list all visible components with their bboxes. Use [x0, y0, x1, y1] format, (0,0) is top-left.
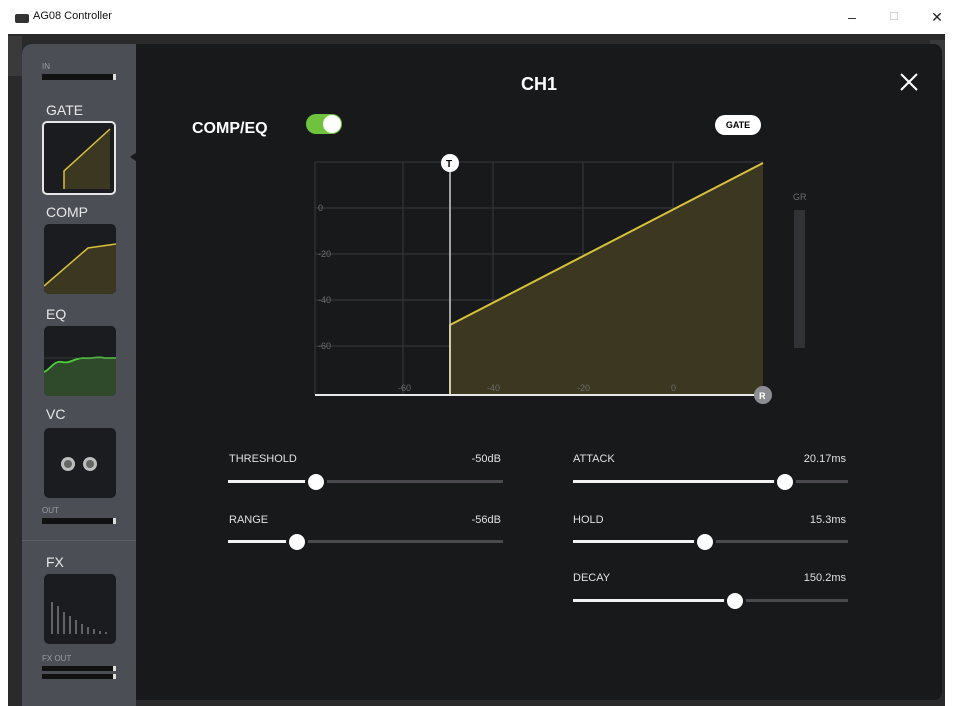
in-meter-label: IN [42, 62, 50, 71]
y-tick-20: -20 [318, 249, 331, 259]
title-bar: AG08 Controller – ☐ ✕ [0, 0, 953, 34]
attack-value: 20.17ms [803, 453, 846, 465]
x-tick-0: 0 [671, 383, 676, 393]
sidebar-item-vc[interactable] [44, 428, 116, 498]
in-meter [42, 74, 116, 80]
sidebar-item-comp[interactable] [44, 224, 116, 294]
fx-out-meter-r [42, 674, 116, 679]
gr-meter [794, 210, 805, 348]
attack-slider-thumb[interactable] [773, 471, 796, 493]
sidebar-item-eq-label: EQ [46, 306, 67, 322]
sidebar-item-fx[interactable] [44, 574, 116, 644]
attack-label: ATTACK [573, 453, 615, 465]
sidebar-item-gate-label: GATE [46, 102, 84, 118]
decay-slider-track[interactable] [573, 599, 848, 602]
app-icon [15, 14, 29, 23]
y-tick-40: -40 [318, 295, 331, 305]
threshold-handle-label: T [446, 159, 452, 170]
sidebar-item-vc-label: VC [46, 406, 66, 422]
close-window-button[interactable]: ✕ [921, 6, 953, 28]
gate-curve-icon [63, 128, 111, 189]
fx-out-meter-label: FX OUT [42, 654, 72, 663]
range-label: RANGE [229, 514, 269, 526]
range-slider-track[interactable] [228, 540, 503, 543]
hold-slider-fill [573, 540, 705, 543]
minimize-button[interactable]: – [836, 6, 868, 28]
gate-curve-fill [450, 163, 763, 395]
hold-label: HOLD [573, 514, 604, 526]
sidebar: IN GATE COMP EQ VC OUT FX FX OUT [22, 44, 140, 706]
divider [22, 540, 136, 541]
eq-curve-icon [44, 356, 116, 396]
window-title: AG08 Controller [33, 10, 112, 22]
threshold-slider-thumb[interactable] [305, 471, 327, 493]
attack-slider-track[interactable] [573, 480, 848, 483]
hold-slider-thumb[interactable] [694, 531, 716, 553]
fx-bars-icon [51, 602, 107, 634]
x-tick-20: -20 [577, 383, 590, 393]
gate-graph: 0 -20 -40 -60 -60 -40 -20 0 T R GR [314, 154, 807, 404]
decay-slider-fill [573, 599, 736, 602]
sidebar-item-comp-label: COMP [46, 204, 88, 220]
range-slider-thumb[interactable] [285, 531, 308, 553]
fx-out-meter-l [42, 666, 116, 671]
y-tick-0: 0 [318, 203, 323, 213]
gr-label: GR [793, 192, 807, 202]
hold-value: 15.3ms [809, 514, 846, 526]
threshold-value: -50dB [471, 453, 501, 465]
out-meter [42, 518, 116, 524]
sidebar-item-eq[interactable] [44, 326, 116, 396]
vc-knobs-icon [61, 457, 97, 471]
x-tick-40: -40 [487, 383, 500, 393]
sidebar-item-gate[interactable] [42, 121, 116, 195]
out-meter-label: OUT [42, 506, 59, 515]
range-handle-label: R [759, 391, 766, 401]
threshold-slider-track[interactable] [228, 480, 503, 483]
sidebar-item-fx-label: FX [46, 554, 64, 570]
y-tick-60: -60 [318, 341, 331, 351]
attack-slider-fill [573, 480, 785, 483]
range-value: -56dB [471, 514, 501, 526]
maximize-button[interactable]: ☐ [878, 6, 910, 28]
threshold-slider-fill [228, 480, 316, 483]
threshold-label: THRESHOLD [229, 453, 297, 465]
x-tick-60: -60 [398, 383, 411, 393]
decay-value: 150.2ms [803, 572, 846, 584]
decay-label: DECAY [573, 572, 611, 584]
decay-slider-thumb[interactable] [724, 590, 747, 612]
gate-panel: CH1 COMP/EQ GATE 0 -20 -40 -60 -60 -40 -… [136, 44, 942, 700]
background-strip [8, 36, 22, 76]
comp-curve-icon [44, 243, 116, 294]
